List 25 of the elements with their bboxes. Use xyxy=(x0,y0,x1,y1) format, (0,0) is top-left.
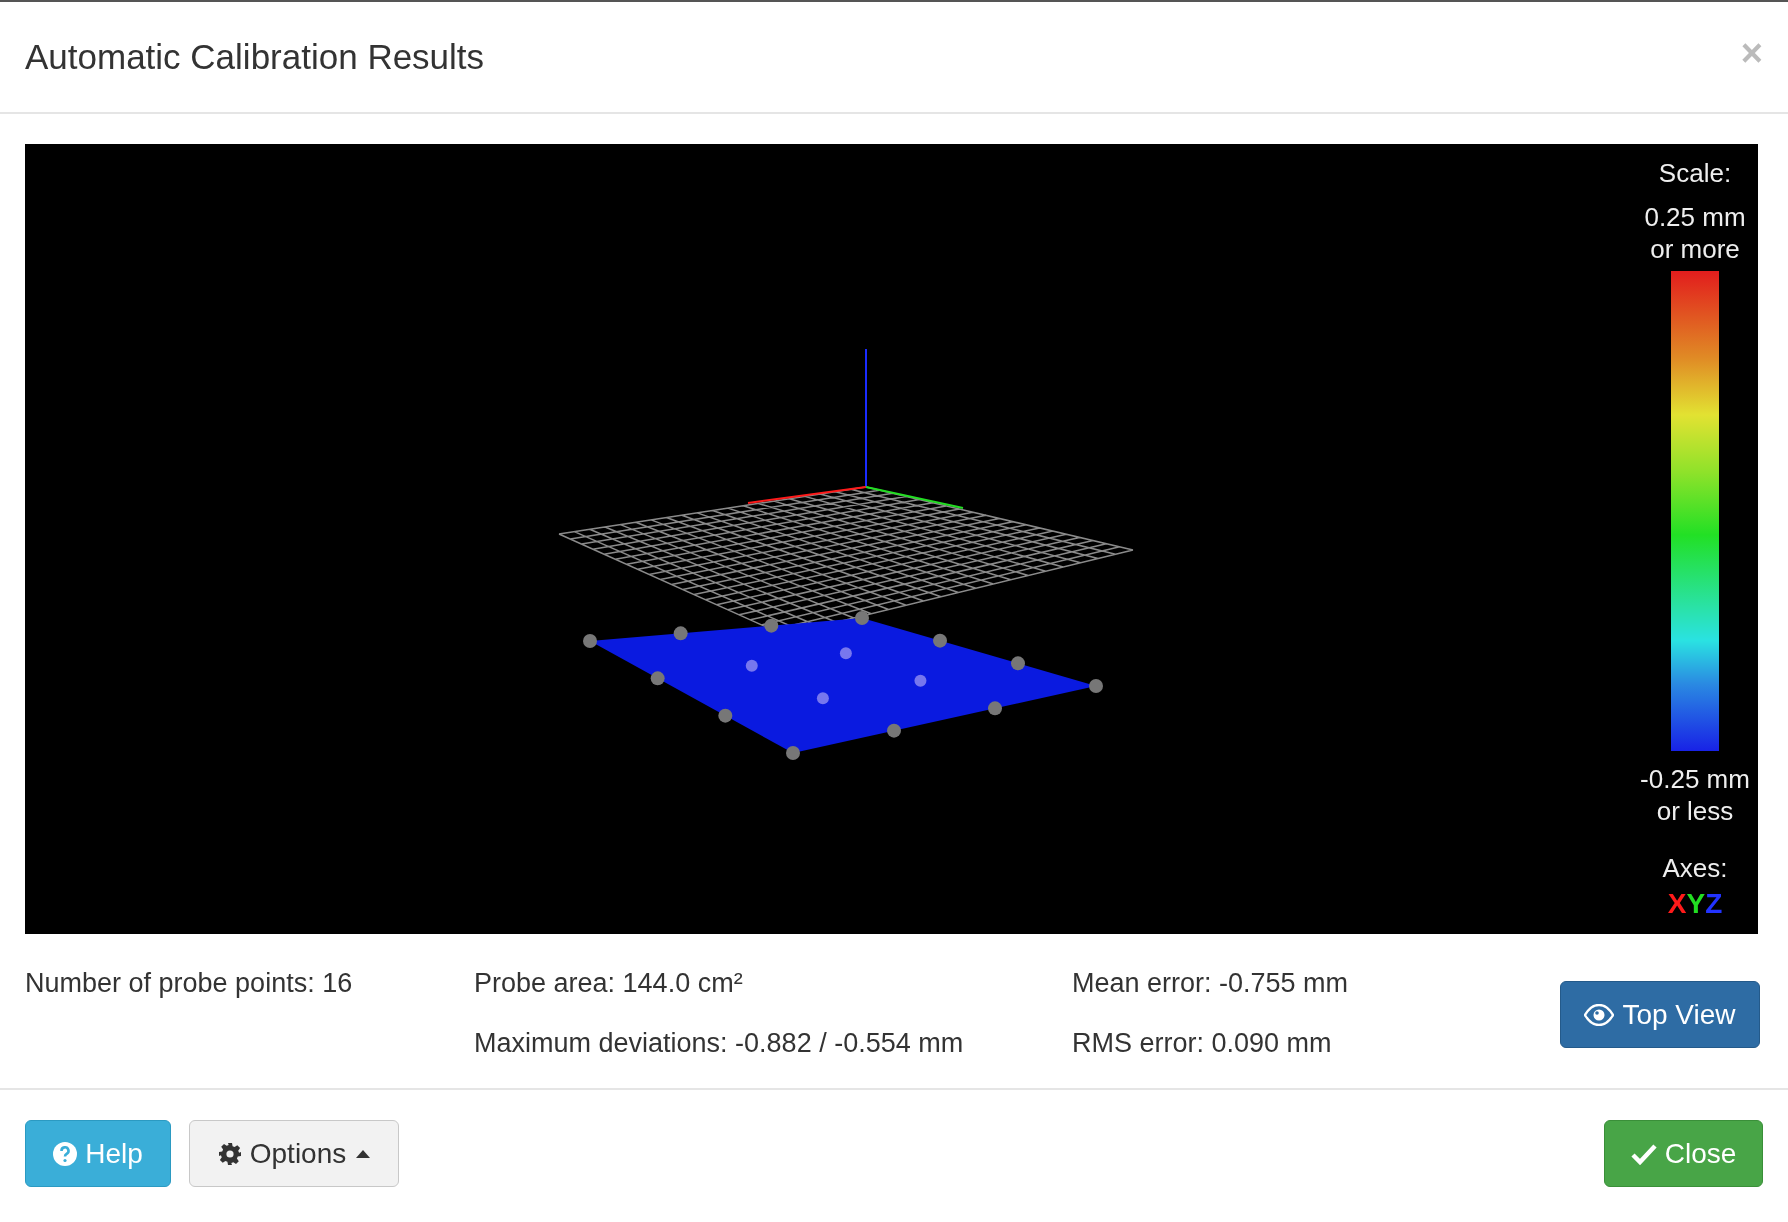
stat-text: Mean error: -0.755 mm xyxy=(1072,968,1349,998)
scale-max-note: or more xyxy=(1650,233,1740,265)
axes-label: Axes: xyxy=(1662,853,1728,884)
stat-text: Maximum deviations: -0.882 / -0.554 mm xyxy=(474,1028,965,1058)
question-icon xyxy=(53,1141,78,1166)
scale-min-label: -0.25 mm xyxy=(1640,763,1750,795)
axis-letter: X xyxy=(1667,888,1687,920)
caret-icon xyxy=(356,1149,371,1158)
help-button[interactable]: Help xyxy=(25,1120,171,1187)
scale-label: Scale: xyxy=(1658,158,1732,189)
axis-letter: Z xyxy=(1705,888,1723,920)
eye-icon xyxy=(1584,1003,1615,1026)
options-button[interactable]: Options xyxy=(189,1120,399,1187)
close-dialog-button[interactable]: Close xyxy=(1604,1120,1763,1187)
scale-max-label: 0.25 mm xyxy=(1644,201,1746,233)
checkmark-icon xyxy=(1630,1142,1657,1165)
top-view-button[interactable]: Top View xyxy=(1560,981,1760,1048)
dialog-title: Automatic Calibration Results xyxy=(25,37,485,77)
stat-text: Probe area: 144.0 cm² xyxy=(474,968,744,998)
stat-text: Number of probe points: 16 xyxy=(25,968,354,998)
gear-icon xyxy=(217,1141,242,1166)
scale-min-note: or less xyxy=(1656,795,1734,827)
close-button[interactable]: × xyxy=(1740,34,1763,72)
axis-letter: Y xyxy=(1686,888,1706,920)
stat-text: RMS error: 0.090 mm xyxy=(1072,1028,1333,1058)
